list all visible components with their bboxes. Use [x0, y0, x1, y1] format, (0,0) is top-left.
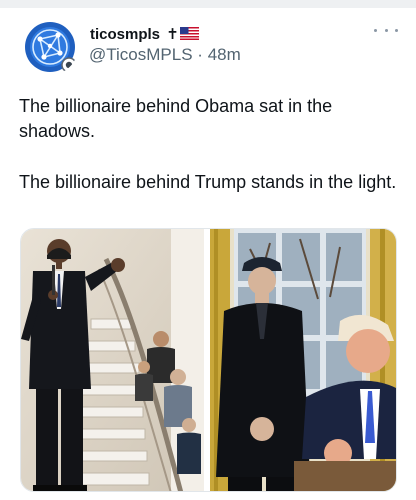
top-divider: [0, 0, 416, 8]
more-horizontal-icon[interactable]: [374, 22, 398, 38]
display-name-row[interactable]: ticosmpls ✝: [90, 25, 199, 44]
avatar[interactable]: [22, 19, 78, 75]
handle-line: @TicosMPLS · 48m: [89, 45, 241, 65]
separator: ·: [197, 45, 203, 64]
post-text-paragraph-1: The billionaire behind Obama sat in the …: [19, 96, 333, 141]
display-name[interactable]: ticosmpls: [90, 26, 160, 43]
handle[interactable]: @TicosMPLS: [89, 45, 193, 64]
photo-left[interactable]: [21, 229, 204, 491]
timestamp[interactable]: 48m: [208, 45, 241, 64]
us-flag-icon: [179, 27, 199, 44]
photo-right[interactable]: [210, 229, 396, 491]
post-text-paragraph-2: The billionaire behind Trump stands in t…: [19, 172, 397, 192]
cross-icon: ✝: [166, 26, 179, 43]
media-grid[interactable]: [20, 228, 397, 492]
